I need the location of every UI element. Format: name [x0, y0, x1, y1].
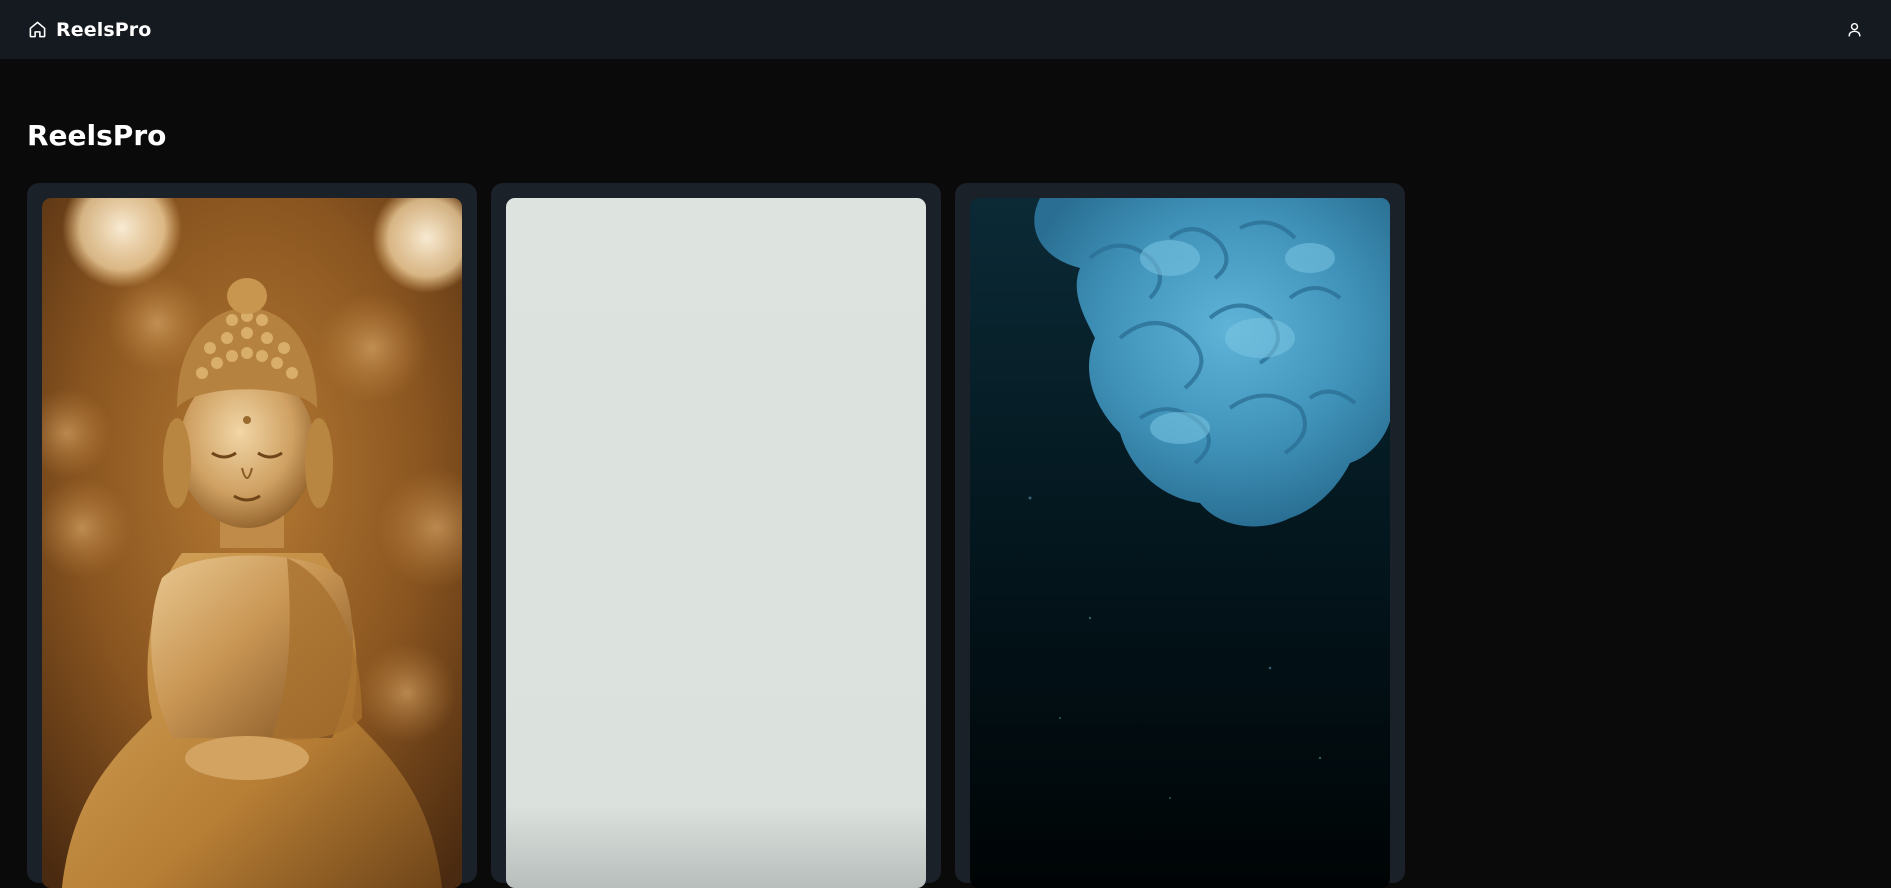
top-navbar: ReelsPro: [0, 0, 1891, 59]
brand-name: ReelsPro: [56, 18, 152, 41]
buddha-thumbnail-image: [42, 198, 462, 888]
user-icon: [1846, 21, 1863, 38]
grey-thumbnail-image: [506, 198, 926, 888]
video-card[interactable]: [955, 183, 1405, 888]
video-thumbnail[interactable]: [506, 198, 926, 888]
video-card[interactable]: [491, 183, 941, 888]
video-card[interactable]: [27, 183, 477, 888]
ink-thumbnail-image: [970, 198, 1390, 888]
video-thumbnail[interactable]: [42, 198, 462, 888]
home-icon: [28, 20, 47, 39]
video-grid: [27, 183, 1405, 888]
home-link[interactable]: ReelsPro: [28, 19, 151, 41]
video-thumbnail[interactable]: [970, 198, 1390, 888]
page-title: ReelsPro: [27, 119, 167, 152]
user-menu-button[interactable]: [1841, 17, 1867, 43]
